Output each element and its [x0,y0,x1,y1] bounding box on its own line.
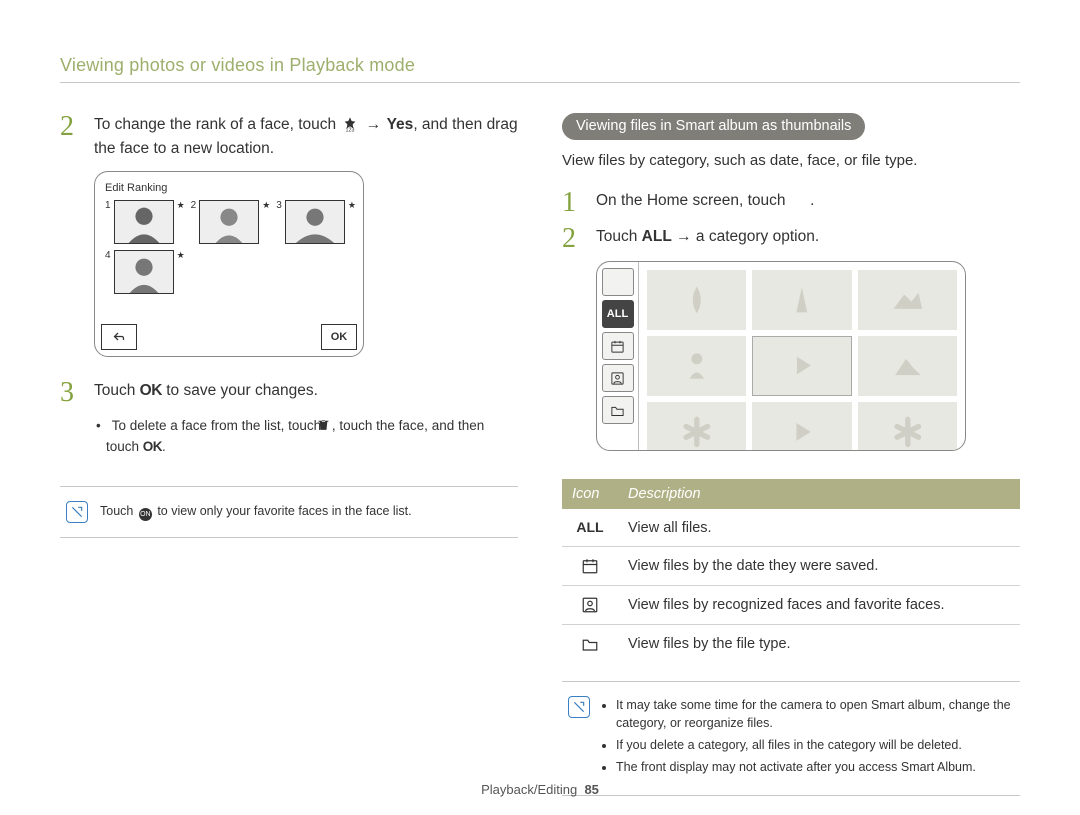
sub-bullet: To delete a face from the list, touch , … [96,415,518,458]
thumb [647,336,746,396]
page-title: Viewing photos or videos in Playback mod… [60,55,1020,83]
all-icon: ALL [576,519,603,535]
note-icon [66,501,88,523]
folder-icon [572,635,608,653]
face-thumb [285,200,345,244]
sidebar-all-button[interactable]: ALL [602,300,634,328]
face-thumb [114,200,174,244]
rank-num: 1 [105,200,111,211]
sidebar-face-button[interactable] [602,364,634,392]
star-icon: ★ [177,200,185,211]
face-thumb [199,200,259,244]
text: To change the rank of a face, touch [94,116,340,133]
cell-desc: View all files. [618,509,1020,547]
table-row: View files by recognized faces and favor… [562,586,1020,625]
star-icon: ★ [262,200,270,211]
section-subtext: View files by category, such as date, fa… [562,152,1020,169]
rank-num: 4 [105,250,111,261]
face-thumb [114,250,174,294]
step-number: 2 [60,113,82,161]
ok-button[interactable]: OK [321,324,357,350]
yes-label: Yes [387,116,414,133]
text: to view only your favorite faces in the … [157,504,411,518]
list-item: If you delete a category, all files in t… [616,736,1012,754]
rank-num: 2 [191,200,197,211]
table-row: View files by the file type. [562,625,1020,664]
star-123-icon: 123 [342,116,358,140]
section-pill: Viewing files in Smart album as thumbnai… [562,113,865,140]
ok-icon: OK [140,382,162,399]
step-text: On the Home screen, touch . [596,189,814,217]
step-1-right: 1 On the Home screen, touch . [562,189,1020,217]
list-item: It may take some time for the camera to … [616,696,1012,732]
text: Touch [94,382,140,399]
note-list: It may take some time for the camera to … [602,696,1012,781]
step-2-right: 2 Touch ALL → a category option. [562,225,1020,253]
thumb [858,402,957,451]
all-label: ALL [642,228,672,245]
right-column: Viewing files in Smart album as thumbnai… [562,113,1020,796]
trash-icon [327,417,330,439]
table-row: View files by the date they were saved. [562,547,1020,586]
text: to save your changes. [166,382,318,399]
calendar-icon [572,557,608,575]
text: . [162,439,166,454]
thumb [858,336,957,396]
table-row: ALL View all files. [562,509,1020,547]
left-column: 2 To change the rank of a face, touch 12… [60,113,518,796]
list-item: The front display may not activate after… [616,758,1012,776]
step-3: 3 Touch OK to save your changes. [60,379,518,407]
icon-description-table: Icon Description ALL View all files. Vie… [562,479,1020,663]
thumb [752,336,851,396]
star-icon: ★ [348,200,356,211]
sidebar-calendar-button[interactable] [602,332,634,360]
thumb [752,402,851,451]
dot-icon: ON [139,508,152,521]
arrow-icon: → [366,113,382,137]
thumb [647,270,746,330]
note-box-2: It may take some time for the camera to … [562,681,1020,796]
text: . [810,192,814,209]
text: To delete a face from the list, touch [112,418,325,433]
step-number: 2 [562,225,584,253]
edit-ranking-screenshot: Edit Ranking 1 ★ 2 ★ 3 ★ 4 ★ [94,171,364,357]
cell-desc: View files by the file type. [618,625,1020,664]
album-screenshot: ALL [596,261,966,451]
th-icon: Icon [562,479,618,509]
thumb [752,270,851,330]
face-icon [572,596,608,614]
back-button[interactable] [101,324,137,350]
edit-ranking-title: Edit Ranking [105,182,353,194]
step-text: Touch OK to save your changes. [94,379,318,407]
step-text: To change the rank of a face, touch 123 … [94,113,518,161]
cell-desc: View files by recognized faces and favor… [618,586,1020,625]
note-text: Touch ON to view only your favorite face… [100,504,412,520]
text: Touch [100,504,137,518]
text: Touch [596,228,642,245]
footer-section: Playback/Editing [481,782,577,797]
thumb [647,402,746,451]
step-number: 3 [60,379,82,407]
footer-page: 85 [584,782,598,797]
th-desc: Description [618,479,1020,509]
sidebar-folder-button[interactable] [602,396,634,424]
step-text: Touch ALL → a category option. [596,225,819,253]
step-2: 2 To change the rank of a face, touch 12… [60,113,518,161]
ok-icon: OK [143,439,162,454]
page-footer: Playback/Editing 85 [0,782,1080,797]
text: → a category option. [676,228,819,245]
sidebar-blank-button[interactable] [602,268,634,296]
star-icon: ★ [177,250,185,261]
cell-desc: View files by the date they were saved. [618,547,1020,586]
text: On the Home screen, touch [596,192,790,209]
svg-text:123: 123 [346,127,355,132]
note-icon [568,696,590,718]
rank-num: 3 [276,200,282,211]
note-box: Touch ON to view only your favorite face… [60,486,518,538]
thumb [858,270,957,330]
step-number: 1 [562,189,584,217]
